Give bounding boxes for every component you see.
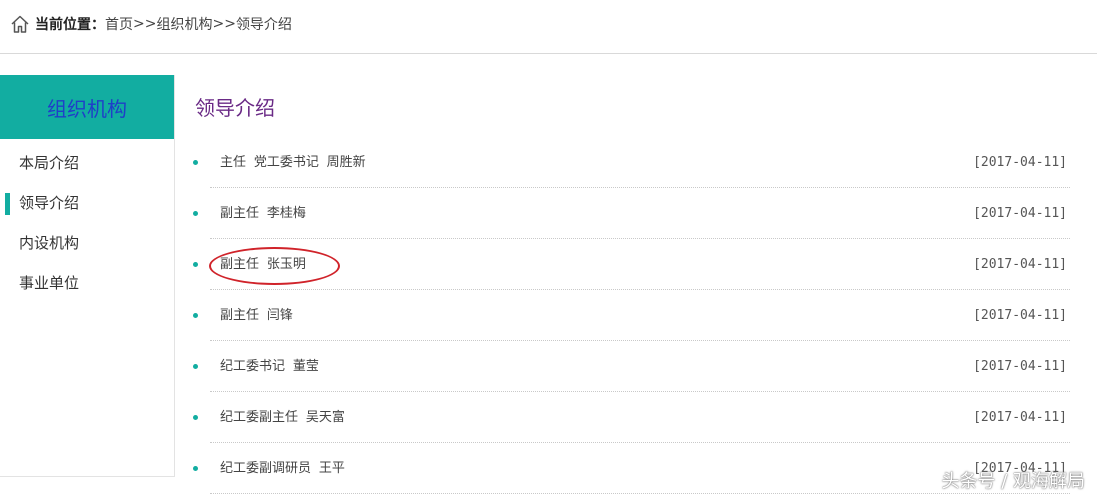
bullet-dot [193,364,198,369]
bullet-dot [193,313,198,318]
bullet-dot [193,415,198,420]
list-item-date: [2017-04-11] [973,257,1067,272]
leader-list: 主任 党工委书记 周胜新 [2017-04-11] 副主任 李桂梅 [2017-… [190,137,1070,494]
breadcrumb-separator: >> [133,16,157,32]
list-item: 副主任 闫锋 [2017-04-11] [190,290,1070,341]
list-item-date: [2017-04-11] [973,410,1067,425]
list-item-link[interactable]: 纪工委书记 董莹 [220,341,319,393]
list-item-link[interactable]: 纪工委副主任 吴天富 [220,392,345,444]
page: 当前位置： 首页 >> 组织机构 >> 领导介绍 组织机构 本局介绍 领导介绍 … [0,0,1097,499]
list-item-link[interactable]: 副主任 闫锋 [220,290,293,342]
sidebar-item-public-institutions[interactable]: 事业单位 [0,263,174,303]
list-item-date: [2017-04-11] [973,206,1067,221]
bullet-dot [193,160,198,165]
breadcrumb-prefix: 当前位置： [35,17,105,33]
list-item-link[interactable]: 纪工委副调研员 王平 [220,443,345,495]
list-item-date: [2017-04-11] [973,155,1067,170]
list-item: 主任 党工委书记 周胜新 [2017-04-11] [190,137,1070,188]
breadcrumb-current: 领导介绍 [235,17,292,33]
list-item: 纪工委书记 董莹 [2017-04-11] [190,341,1070,392]
sidebar: 组织机构 本局介绍 领导介绍 内设机构 事业单位 [0,75,175,477]
list-item: 纪工委副主任 吴天富 [2017-04-11] [190,392,1070,443]
home-icon[interactable] [10,14,30,34]
watermark: 头条号 / 观海解局 [941,471,1085,492]
list-item-link[interactable]: 副主任 李桂梅 [220,188,306,240]
annotation-circle [209,247,340,285]
list-item-link[interactable]: 主任 党工委书记 周胜新 [220,137,366,189]
breadcrumb-home-link[interactable]: 首页 [105,14,133,34]
top-divider [0,53,1097,54]
list-item-date: [2017-04-11] [973,308,1067,323]
bullet-dot [193,211,198,216]
page-title: 领导介绍 [195,96,275,120]
sidebar-item-departments[interactable]: 内设机构 [0,223,174,263]
breadcrumb-section-link[interactable]: 组织机构 [156,14,212,34]
row-divider [210,493,1070,494]
sidebar-title: 组织机构 [0,75,174,139]
sidebar-item-leadership[interactable]: 领导介绍 [0,183,174,223]
list-item: 副主任 李桂梅 [2017-04-11] [190,188,1070,239]
bullet-dot [193,262,198,267]
sidebar-item-bureau-intro[interactable]: 本局介绍 [0,143,174,183]
sidebar-nav: 本局介绍 领导介绍 内设机构 事业单位 [0,139,174,303]
breadcrumb-separator: >> [212,16,236,32]
list-item: 纪工委副调研员 王平 [2017-04-11] [190,443,1070,494]
breadcrumb: 当前位置： 首页 >> 组织机构 >> 领导介绍 [10,12,292,36]
list-item-date: [2017-04-11] [973,359,1067,374]
bullet-dot [193,466,198,471]
